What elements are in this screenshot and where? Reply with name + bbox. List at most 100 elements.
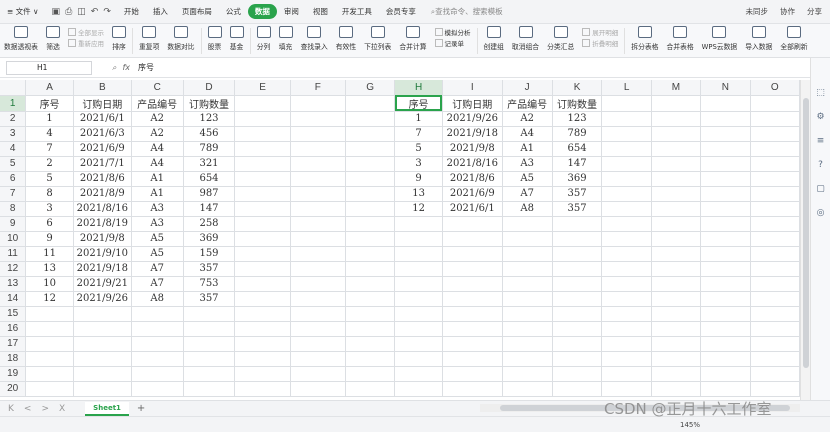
cell-m17[interactable] — [651, 336, 702, 352]
cell-f18[interactable] — [290, 351, 346, 367]
tab-formulas[interactable]: 公式 — [219, 6, 248, 17]
cell-o17[interactable] — [750, 336, 800, 352]
tab-page-layout[interactable]: 页面布局 — [175, 6, 219, 17]
cell-d14[interactable]: 357 — [183, 291, 236, 307]
zoom-search-icon[interactable]: ⌕ — [112, 63, 116, 73]
column-header-g[interactable]: G — [345, 80, 396, 96]
cell-g7[interactable] — [345, 186, 396, 202]
cell-d16[interactable] — [183, 321, 236, 337]
cell-j4[interactable]: A1 — [502, 141, 553, 157]
cell-n11[interactable] — [700, 246, 751, 262]
cell-a20[interactable] — [25, 381, 74, 397]
cell-h8[interactable]: 12 — [394, 201, 443, 217]
row-header[interactable]: 5 — [0, 156, 27, 172]
cell-b4[interactable]: 2021/6/9 — [73, 141, 132, 157]
cell-a18[interactable] — [25, 351, 74, 367]
screenshot-icon[interactable]: ▢ — [816, 184, 825, 194]
cell-i4[interactable]: 2021/9/8 — [442, 141, 503, 157]
cell-b3[interactable]: 2021/6/3 — [73, 126, 132, 142]
dropdown-list-button[interactable]: 下拉列表 — [360, 26, 395, 51]
cell-m15[interactable] — [651, 306, 702, 322]
fill-button[interactable]: 填充 — [275, 26, 297, 51]
cell-e6[interactable] — [234, 171, 291, 187]
cell-k15[interactable] — [552, 306, 603, 322]
cell-k14[interactable] — [552, 291, 603, 307]
cell-n16[interactable] — [700, 321, 751, 337]
cell-k4[interactable]: 654 — [552, 141, 603, 157]
cell-c6[interactable]: A1 — [131, 171, 184, 187]
cell-e5[interactable] — [234, 156, 291, 172]
cell-l13[interactable] — [601, 276, 652, 292]
cell-j2[interactable]: A2 — [502, 111, 553, 127]
cell-e19[interactable] — [234, 366, 291, 382]
cell-j18[interactable] — [502, 351, 553, 367]
cell-k5[interactable]: 147 — [552, 156, 603, 172]
cell-e20[interactable] — [234, 381, 291, 397]
cell-m19[interactable] — [651, 366, 702, 382]
cell-i19[interactable] — [442, 366, 503, 382]
cell-g12[interactable] — [345, 261, 396, 277]
cell-f1[interactable] — [290, 95, 346, 112]
sheet-tab-sheet1[interactable]: Sheet1 — [85, 401, 129, 416]
cell-o20[interactable] — [750, 381, 800, 397]
cell-o11[interactable] — [750, 246, 800, 262]
cell-a16[interactable] — [25, 321, 74, 337]
cell-n17[interactable] — [700, 336, 751, 352]
cell-a15[interactable] — [25, 306, 74, 322]
cell-d10[interactable]: 369 — [183, 231, 236, 247]
cell-i18[interactable] — [442, 351, 503, 367]
filter-panel-icon[interactable]: ≡ — [817, 136, 825, 146]
scroll-thumb[interactable] — [803, 98, 809, 368]
add-sheet-button[interactable]: + — [137, 403, 145, 414]
cell-g18[interactable] — [345, 351, 396, 367]
cell-a14[interactable]: 12 — [25, 291, 74, 307]
undo-icon[interactable]: ↶ — [91, 7, 99, 17]
cell-g11[interactable] — [345, 246, 396, 262]
cell-m12[interactable] — [651, 261, 702, 277]
text-to-columns-button[interactable]: 分列 — [253, 26, 275, 51]
cell-o5[interactable] — [750, 156, 800, 172]
name-box[interactable]: H1 — [6, 60, 92, 75]
cell-e7[interactable] — [234, 186, 291, 202]
column-header-c[interactable]: C — [131, 80, 184, 96]
row-header[interactable]: 9 — [0, 216, 27, 232]
cell-b13[interactable]: 2021/9/21 — [73, 276, 132, 292]
cell-j16[interactable] — [502, 321, 553, 337]
row-header[interactable]: 10 — [0, 231, 27, 247]
cell-h16[interactable] — [394, 321, 443, 337]
column-header-a[interactable]: A — [25, 80, 74, 96]
consolidate-button[interactable]: 合并计算 — [395, 26, 430, 51]
cell-h9[interactable] — [394, 216, 443, 232]
cell-f16[interactable] — [290, 321, 346, 337]
command-search[interactable]: ⌕ 查找命令、搜索模板 — [431, 6, 503, 17]
cell-i11[interactable] — [442, 246, 503, 262]
cell-b15[interactable] — [73, 306, 132, 322]
column-header-k[interactable]: K — [552, 80, 603, 96]
row-header[interactable]: 7 — [0, 186, 27, 202]
cell-m9[interactable] — [651, 216, 702, 232]
cell-m13[interactable] — [651, 276, 702, 292]
cell-j15[interactable] — [502, 306, 553, 322]
cell-d4[interactable]: 789 — [183, 141, 236, 157]
column-header-h[interactable]: H — [394, 80, 443, 96]
cell-h7[interactable]: 13 — [394, 186, 443, 202]
cell-m6[interactable] — [651, 171, 702, 187]
location-icon[interactable]: ◎ — [817, 208, 825, 218]
cell-o1[interactable] — [750, 95, 800, 112]
cell-k17[interactable] — [552, 336, 603, 352]
cell-f19[interactable] — [290, 366, 346, 382]
cell-j3[interactable]: A4 — [502, 126, 553, 142]
cell-e8[interactable] — [234, 201, 291, 217]
cell-m8[interactable] — [651, 201, 702, 217]
cell-j1[interactable]: 产品编号 — [502, 95, 553, 112]
cell-c13[interactable]: A7 — [131, 276, 184, 292]
tab-view[interactable]: 视图 — [306, 6, 335, 17]
cell-j8[interactable]: A8 — [502, 201, 553, 217]
next-sheet-button[interactable]: > — [41, 404, 49, 414]
cell-b14[interactable]: 2021/9/26 — [73, 291, 132, 307]
cell-b2[interactable]: 2021/6/1 — [73, 111, 132, 127]
cell-f8[interactable] — [290, 201, 346, 217]
cell-d13[interactable]: 753 — [183, 276, 236, 292]
cell-o16[interactable] — [750, 321, 800, 337]
cell-g5[interactable] — [345, 156, 396, 172]
